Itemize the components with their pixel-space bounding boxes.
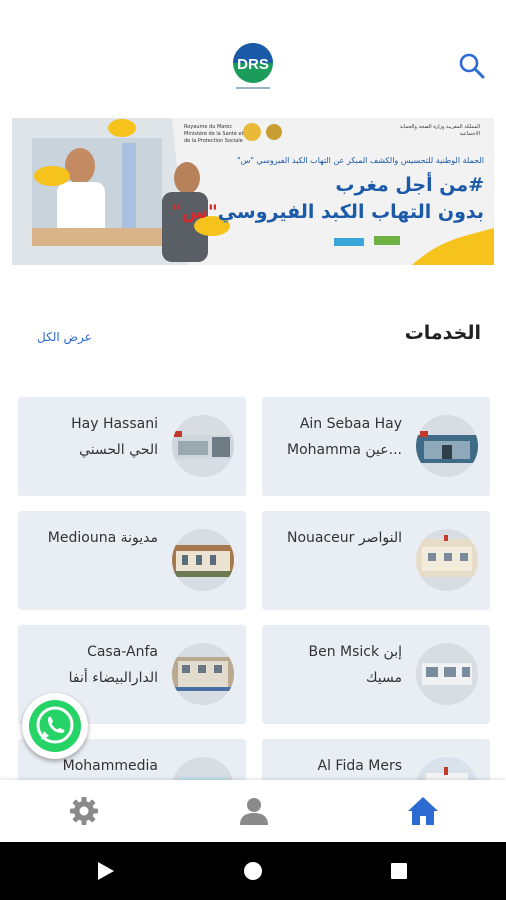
gear-icon [70,797,98,825]
service-label-line-2: الدارالبيضاء أنفا [68,670,158,686]
service-thumbnail [172,757,234,780]
service-thumbnail [172,415,234,477]
service-label: Ain Sebaa Hay Mohamma عين... [266,411,402,463]
home-icon [408,797,438,825]
svg-text:DRS: DRS [237,56,269,73]
service-thumbnail [416,415,478,477]
service-label-line-1: Mediouna مديونة [47,530,158,546]
service-label-line-1: Ain Sebaa Hay [299,416,402,432]
banner-ministry-ar: المملكة المغربية وزارة الصحة والحماية ال… [399,124,480,137]
app-header: DRS [0,0,506,112]
search-button[interactable] [456,50,488,82]
service-label-line-2: Mohamma عين... [286,442,402,458]
service-label-line-1: Ben Msick إبن [308,644,402,660]
nav-profile[interactable] [237,794,271,828]
service-thumbnail [416,643,478,705]
service-label-line-1: Hay Hassani [71,416,158,432]
back-icon[interactable] [98,862,114,880]
services-section-header: الخدمات عرض الكل [0,322,506,352]
banner-ministry-fr: Royaume du Maroc Ministère de la Santé e… [184,124,244,144]
service-thumbnail [416,757,478,780]
service-card[interactable]: Hay Hassani الحي الحسني [18,397,246,496]
banner-headline-2-accent: "س" [171,201,218,223]
service-label: Nouaceur النواصر [266,525,402,551]
service-label: Al Fida Mers [266,753,403,779]
recents-icon[interactable] [391,863,407,879]
bottom-navigation [0,780,506,842]
see-all-link[interactable]: عرض الكل [37,330,92,344]
services-title: الخدمات [404,322,481,344]
banner-headline-1: #من أجل مغرب [335,174,484,196]
service-label-line-1: Casa-Anfa [87,644,158,660]
service-card[interactable]: Nouaceur النواصر [262,511,490,610]
service-label: Mediouna مديونة [22,525,158,551]
search-icon [459,53,485,79]
service-thumbnail [172,529,234,591]
service-label: Hay Hassani الحي الحسني [22,411,158,463]
service-label-line-2: مسيك [365,670,402,686]
service-card[interactable]: Ben Msick إبن مسيك [262,625,490,724]
nav-home[interactable] [406,794,440,828]
service-thumbnail [416,529,478,591]
campaign-banner[interactable]: Royaume du Maroc Ministère de la Santé e… [12,118,494,265]
service-label-line-2: الحي الحسني [79,442,158,458]
service-label-line-1: Al Fida Mers [317,758,403,774]
banner-headline-2: بدون التهاب الكبد الفيروسي"س" [172,201,484,223]
person-icon [240,798,268,825]
nav-settings[interactable] [67,794,101,828]
home-circle-icon[interactable] [244,862,262,880]
banner-campaign-line: الحملة الوطنية للتحسيس والكشف المبكر عن … [236,156,484,165]
service-label-line-1: Nouaceur النواصر [286,530,402,546]
drs-logo: DRS [228,38,278,94]
whatsapp-button[interactable] [22,693,88,759]
service-card[interactable]: Ain Sebaa Hay Mohamma عين... [262,397,490,496]
system-navigation-bar [0,842,506,900]
service-label: Ben Msick إبن مسيك [266,639,402,691]
service-card[interactable]: Mediouna مديونة [18,511,246,610]
service-card[interactable]: Al Fida Mers [262,739,490,780]
banner-headline-2-main: بدون التهاب الكبد الفيروسي [217,201,484,223]
whatsapp-icon [29,700,81,752]
service-label: Casa-Anfa الدارالبيضاء أنفا [22,639,158,691]
app-screen: DRS Royaume du Maroc Ministère de la San… [0,0,506,900]
service-thumbnail [172,643,234,705]
